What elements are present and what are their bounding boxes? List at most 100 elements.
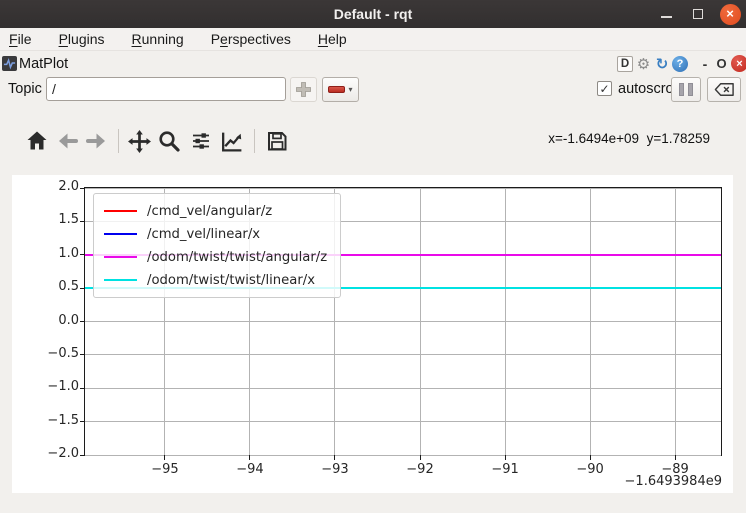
- minus-icon: [328, 86, 345, 93]
- zoom-button[interactable]: [154, 125, 184, 157]
- legend-entry: /odom/twist/twist/linear/x: [104, 270, 327, 290]
- edit-axes-button[interactable]: [216, 125, 246, 157]
- legend-label: /odom/twist/twist/angular/z: [147, 250, 327, 265]
- clear-plot-button[interactable]: [707, 77, 741, 102]
- dock-minimize-button[interactable]: -: [698, 56, 712, 72]
- sliders-icon: [189, 129, 213, 153]
- home-button[interactable]: [22, 125, 52, 157]
- x-tick-mark: [420, 455, 421, 460]
- y-tick-label: 2.0: [37, 179, 79, 194]
- legend-line-sample: [104, 256, 137, 258]
- matplot-dock-header: MatPlot D ⚙ ↻ ? - O ×: [0, 53, 746, 74]
- gridline-horizontal: [85, 354, 721, 355]
- autoscroll-checkbox[interactable]: ✓: [597, 81, 612, 96]
- menu-perspectives[interactable]: Perspectives: [211, 31, 291, 47]
- menu-help[interactable]: Help: [318, 31, 347, 47]
- window-titlebar[interactable]: Default - rqt ×: [0, 0, 746, 28]
- y-tick-mark: [80, 354, 85, 355]
- gridline-vertical: [420, 188, 421, 455]
- pause-button[interactable]: [671, 77, 701, 102]
- rqt-window: Default - rqt × File Plugins Running Per…: [0, 0, 746, 513]
- configure-subplots-button[interactable]: [186, 125, 216, 157]
- legend-entry: /cmd_vel/linear/x: [104, 224, 327, 244]
- menu-text: unning: [142, 31, 184, 47]
- menu-text: F: [9, 31, 18, 47]
- menu-text: elp: [328, 31, 347, 47]
- gridline-vertical: [675, 188, 676, 455]
- window-close-button[interactable]: ×: [717, 0, 743, 28]
- x-tick-label: −92: [398, 462, 442, 477]
- legend-line-sample: [104, 233, 137, 235]
- reload-icon[interactable]: ↻: [654, 55, 670, 72]
- x-axis-offset-label: −1.6493984e9: [625, 474, 722, 489]
- forward-button[interactable]: [82, 125, 112, 157]
- add-topic-button[interactable]: [290, 77, 317, 102]
- maximize-icon: [693, 9, 703, 19]
- move-icon: [127, 129, 152, 154]
- menu-text: H: [318, 31, 328, 47]
- gridline-horizontal: [85, 321, 721, 322]
- x-tick-mark: [675, 455, 676, 460]
- legend-line-sample: [104, 279, 137, 281]
- menu-text: ile: [18, 31, 32, 47]
- toolbar-separator: [254, 129, 255, 153]
- menu-running[interactable]: Running: [132, 31, 184, 47]
- save-button[interactable]: [262, 125, 292, 157]
- menu-plugins[interactable]: Plugins: [59, 31, 105, 47]
- menu-text: e: [220, 31, 228, 47]
- x-tick-label: −91: [483, 462, 527, 477]
- y-tick-label: 1.0: [37, 246, 79, 261]
- pause-icon: [679, 83, 684, 96]
- y-tick-label: −0.5: [37, 346, 79, 361]
- line-chart-icon: [219, 129, 244, 154]
- x-tick-label: −93: [313, 462, 357, 477]
- menu-text: R: [132, 31, 142, 47]
- plot-nav-toolbar: x=-1.6494e+09 y=1.78259: [0, 122, 746, 160]
- y-tick-label: 0.5: [37, 279, 79, 294]
- arrow-left-icon: [55, 129, 79, 153]
- gridline-vertical: [590, 188, 591, 455]
- dock-decorations-button[interactable]: D: [617, 56, 633, 72]
- x-tick-mark: [249, 455, 250, 460]
- close-icon: ×: [720, 4, 741, 25]
- pause-icon: [688, 83, 693, 96]
- legend-label: /cmd_vel/angular/z: [147, 204, 272, 219]
- gridline-horizontal: [85, 421, 721, 422]
- y-tick-mark: [80, 388, 85, 389]
- legend-entry: /cmd_vel/angular/z: [104, 201, 327, 221]
- home-icon: [25, 129, 49, 153]
- plot-legend: /cmd_vel/angular/z /cmd_vel/linear/x /od…: [93, 193, 341, 298]
- menu-file[interactable]: File: [9, 31, 32, 47]
- topic-label: Topic: [8, 81, 42, 97]
- window-title: Default - rqt: [334, 6, 413, 22]
- remove-topic-button[interactable]: ▾: [322, 77, 359, 102]
- back-button[interactable]: [52, 125, 82, 157]
- window-minimize-button[interactable]: [656, 0, 676, 28]
- x-tick-label: −90: [568, 462, 612, 477]
- pan-button[interactable]: [124, 125, 154, 157]
- menu-text: rspectives: [228, 31, 291, 47]
- dropdown-arrow-icon: ▾: [348, 85, 352, 94]
- arrow-right-icon: [85, 129, 109, 153]
- legend-label: /cmd_vel/linear/x: [147, 227, 260, 242]
- y-tick-label: 1.5: [37, 212, 79, 227]
- y-tick-mark: [80, 455, 85, 456]
- plot-canvas[interactable]: /cmd_vel/angular/z /cmd_vel/linear/x /od…: [12, 175, 733, 493]
- x-tick-mark: [334, 455, 335, 460]
- plot-axes[interactable]: /cmd_vel/angular/z /cmd_vel/linear/x /od…: [84, 187, 722, 456]
- menu-text: lugins: [68, 31, 105, 47]
- help-icon[interactable]: ?: [672, 56, 688, 72]
- x-tick-mark: [164, 455, 165, 460]
- topic-input[interactable]: [46, 77, 286, 101]
- menu-text: P: [211, 31, 220, 47]
- cursor-coordinates: x=-1.6494e+09 y=1.78259: [548, 131, 710, 146]
- dock-close-icon[interactable]: ×: [731, 55, 746, 72]
- window-maximize-button[interactable]: [688, 0, 708, 28]
- y-tick-label: −1.5: [37, 413, 79, 428]
- settings-gear-icon[interactable]: ⚙: [635, 55, 652, 72]
- gridline-horizontal: [85, 188, 721, 189]
- y-tick-label: 0.0: [37, 313, 79, 328]
- x-tick-label: −94: [228, 462, 272, 477]
- dock-float-button[interactable]: O: [714, 56, 729, 71]
- plugin-title: MatPlot: [19, 56, 68, 72]
